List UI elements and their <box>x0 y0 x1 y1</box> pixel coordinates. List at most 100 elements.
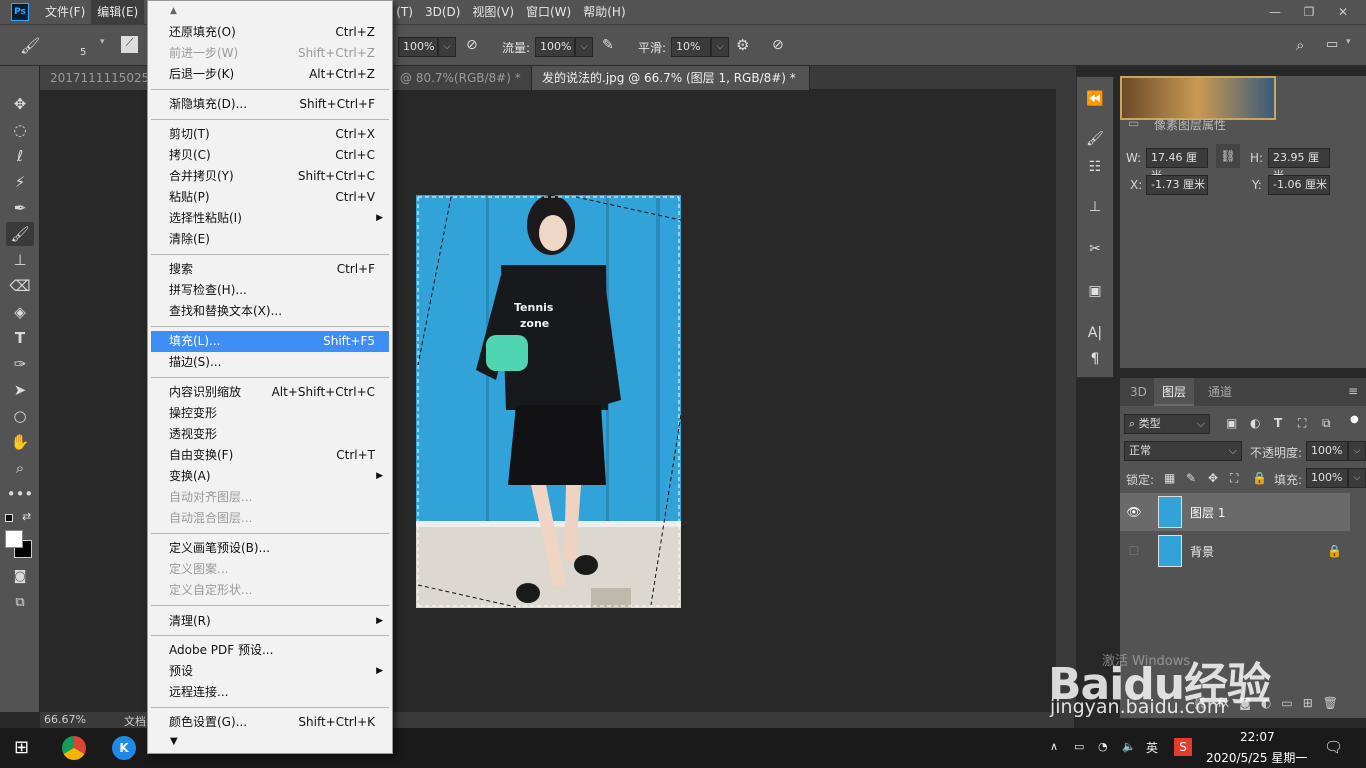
edit-menu-item[interactable]: 自动混合图层... <box>151 508 389 529</box>
brush-settings-icon[interactable]: 🖌 <box>1077 127 1113 151</box>
marquee-tool-icon[interactable]: ◌ <box>6 118 34 142</box>
tab-document-1[interactable]: 20171111150255 <box>40 66 150 90</box>
width-input[interactable]: 17.46 厘米 <box>1146 148 1208 182</box>
screen-mode-icon[interactable]: ⧉ <box>6 590 34 614</box>
paint-bucket-tool-icon[interactable]: ◈ <box>6 300 34 324</box>
edit-menu-item[interactable]: 查找和替换文本(X)... <box>151 301 389 322</box>
filter-type-icon[interactable]: T <box>1274 416 1282 430</box>
edit-menu-item[interactable]: 操控变形 <box>151 403 389 424</box>
blend-mode-dropdown[interactable]: 正常 ⌵ <box>1124 441 1242 461</box>
airbrush-icon[interactable]: ✎ <box>602 37 614 53</box>
stamp-tool-icon[interactable]: ⊥ <box>6 248 34 272</box>
magic-wand-tool-icon[interactable]: ⚡ <box>6 170 34 194</box>
smoothing-input[interactable]: 10% <box>671 37 711 57</box>
zoom-level[interactable]: 66.67% <box>44 713 86 726</box>
trash-icon[interactable]: 🗑 <box>1323 696 1338 718</box>
new-layer-icon[interactable]: ⊞ <box>1303 696 1313 718</box>
edit-menu-item[interactable]: 剪切(T) Ctrl+X <box>151 124 389 145</box>
move-tool-icon[interactable]: ✥ <box>6 92 34 116</box>
brush-tool-icon[interactable]: 🖌 <box>6 222 34 246</box>
lasso-tool-icon[interactable]: ℓ <box>6 144 34 168</box>
menu-scroll-up-icon[interactable]: ▲ <box>170 6 177 16</box>
clock-time[interactable]: 22:07 <box>1240 730 1275 744</box>
filter-pixel-icon[interactable]: ▣ <box>1226 416 1237 430</box>
menu-help[interactable]: 帮助(H) <box>577 0 631 24</box>
edit-menu-item[interactable]: 后退一步(K) Alt+Ctrl+Z <box>151 64 389 85</box>
height-input[interactable]: 23.95 厘米 <box>1268 148 1330 182</box>
edit-menu-item[interactable]: 变换(A) ▶ <box>151 466 389 487</box>
y-input[interactable]: -1.06 厘米 <box>1268 175 1330 195</box>
kugou-icon[interactable]: K <box>112 736 136 760</box>
brush-size-chevron-icon[interactable]: ▾ <box>100 37 105 47</box>
menu-scroll-down-icon[interactable]: ▼ <box>170 736 178 747</box>
foreground-color-swatch[interactable] <box>5 530 23 548</box>
x-input[interactable]: -1.73 厘米 <box>1146 175 1208 195</box>
pressure-opacity-icon[interactable]: ⊘ <box>466 37 478 53</box>
zoom-tool-icon[interactable]: ⌕ <box>6 456 34 480</box>
paragraph-panel-icon[interactable]: ¶ <box>1077 347 1113 371</box>
tab-layers[interactable]: 图层 <box>1154 378 1195 406</box>
canvas-image[interactable]: Tennis zone <box>416 195 681 608</box>
restore-button[interactable]: ❐ <box>1292 0 1326 24</box>
menu-3d[interactable]: 3D(D) <box>419 0 466 24</box>
tab-document-2[interactable]: @ 80.7%(RGB/8#) * <box>390 66 532 90</box>
default-colors-icon[interactable] <box>5 514 13 522</box>
adjustments-icon[interactable]: ☷ <box>1077 155 1113 179</box>
menu-edit[interactable]: 编辑(E) <box>91 0 145 24</box>
edit-menu-item[interactable]: 预设 ▶ <box>151 661 389 682</box>
windows-start-icon[interactable]: ⊞ <box>14 737 29 758</box>
menu-type[interactable]: (T) <box>390 0 419 24</box>
ime-indicator[interactable]: 英 <box>1146 739 1158 756</box>
close-button[interactable]: ✕ <box>1326 0 1360 24</box>
more-tools-icon[interactable]: ••• <box>6 482 34 506</box>
edit-menu-item[interactable]: 远程连接... <box>151 682 389 703</box>
lock-image-icon[interactable]: ✎ <box>1186 471 1196 485</box>
edit-menu-item[interactable]: 定义画笔预设(B)... <box>151 538 389 559</box>
history-panel-icon[interactable]: ⏪ <box>1077 87 1113 111</box>
edit-menu-item[interactable]: 前进一步(W) Shift+Ctrl+Z <box>151 43 389 64</box>
lock-transparent-icon[interactable]: ▦ <box>1164 471 1175 485</box>
edit-menu-item[interactable]: 定义图案... <box>151 559 389 580</box>
smoothing-dropdown[interactable]: ⌵ <box>711 37 729 57</box>
filter-shape-icon[interactable]: ⛶ <box>1298 416 1306 431</box>
edit-menu-item[interactable]: 拷贝(C) Ctrl+C <box>151 145 389 166</box>
menu-window[interactable]: 窗口(W) <box>520 0 577 24</box>
layer-row-background[interactable]: ☐ 背景 🔒 <box>1120 532 1350 570</box>
quick-mask-icon[interactable]: ◙ <box>6 564 34 588</box>
layer-filter-dropdown[interactable]: ⌕ 类型 ⌵ <box>1124 414 1210 434</box>
volume-icon[interactable]: 🔈 <box>1122 740 1136 753</box>
edit-menu-item[interactable]: 搜索 Ctrl+F <box>151 259 389 280</box>
clock-date[interactable]: 2020/5/25 星期一 <box>1206 749 1307 766</box>
workspace-chevron-icon[interactable]: ▾ <box>1346 37 1351 47</box>
edit-menu-item[interactable]: 填充(L)... Shift+F5 <box>151 331 389 352</box>
lock-position-icon[interactable]: ✥ <box>1208 471 1218 485</box>
pressure-size-icon[interactable]: ⊘ <box>772 37 784 53</box>
chrome-icon[interactable] <box>62 736 86 760</box>
edit-menu-item[interactable]: 自由变换(F) Ctrl+T <box>151 445 389 466</box>
menu-file[interactable]: 文件(F) <box>39 0 91 24</box>
swap-colors-icon[interactable]: ⇄ <box>22 510 31 523</box>
flow-input[interactable]: 100% <box>535 37 575 57</box>
lock-artboard-icon[interactable]: ⛶ <box>1230 471 1238 486</box>
clone-source-icon[interactable]: ⊥ <box>1077 195 1113 219</box>
tab-document-active[interactable]: 发的说法的.jpg @ 66.7% (图层 1, RGB/8#) * <box>532 66 810 90</box>
eyedropper-tool-icon[interactable]: ✒ <box>6 196 34 220</box>
doc-info-label[interactable]: 文档 <box>124 713 146 729</box>
lock-all-icon[interactable]: 🔒 <box>1252 471 1267 485</box>
brush-size-value[interactable]: 5 <box>80 47 86 58</box>
layer-name[interactable]: 图层 1 <box>1190 504 1225 521</box>
brush-tool-preset-icon[interactable]: 🖌 <box>20 36 40 55</box>
character-panel-icon[interactable]: A| <box>1077 321 1113 345</box>
edit-menu-item[interactable]: 定义自定形状... <box>151 580 389 601</box>
opacity-dropdown[interactable]: ⌵ <box>438 37 456 57</box>
hand-tool-icon[interactable]: ✋ <box>6 430 34 454</box>
opacity-input[interactable]: 100% <box>398 37 438 57</box>
edit-menu-item[interactable]: 拼写检查(H)... <box>151 280 389 301</box>
edit-menu-item[interactable]: 清除(E) <box>151 229 389 250</box>
tab-3d[interactable]: 3D <box>1122 378 1155 406</box>
fill-dropdown[interactable]: ⌵ <box>1348 468 1366 488</box>
layer-opacity-dropdown[interactable]: ⌵ <box>1348 441 1366 461</box>
visibility-eye-icon[interactable]: 👁 <box>1120 505 1148 519</box>
minimize-button[interactable]: — <box>1258 0 1292 24</box>
ellipse-tool-icon[interactable]: ○ <box>6 404 34 428</box>
